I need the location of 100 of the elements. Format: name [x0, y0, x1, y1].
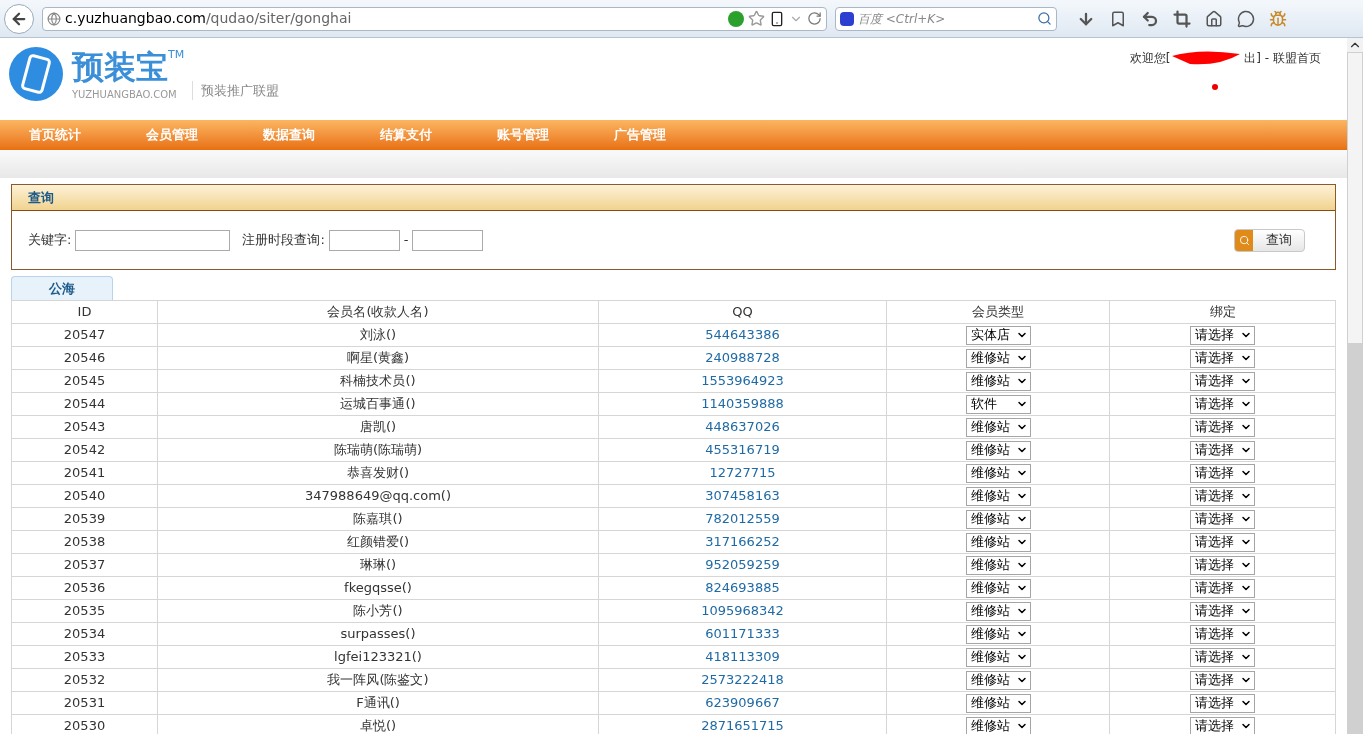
dropdown[interactable]: 请选择 [1190, 486, 1255, 506]
qq-link[interactable]: 317166252 [599, 531, 887, 554]
logout-home-link[interactable]: 出] - 联盟首页 [1244, 49, 1321, 67]
qq-link[interactable]: 448637026 [599, 416, 887, 439]
qq-link[interactable]: 307458163 [599, 485, 887, 508]
table-cell: 20546 [12, 347, 158, 370]
dropdown[interactable]: 维修站 [965, 348, 1031, 368]
tab[interactable]: 公海 [11, 276, 113, 300]
reload-icon[interactable] [807, 11, 822, 26]
home-icon[interactable] [1205, 9, 1223, 28]
dropdown[interactable]: 请选择 [1190, 417, 1255, 437]
dropdown[interactable]: 请选择 [1190, 325, 1255, 345]
dropdown[interactable]: 请选择 [1190, 532, 1255, 552]
dropdown[interactable]: 维修站 [965, 624, 1031, 644]
dropdown[interactable]: 维修站 [965, 601, 1031, 621]
query-button[interactable]: 查询 [1234, 228, 1305, 252]
dropdown[interactable]: 请选择 [1190, 509, 1255, 529]
table-cell: 20541 [12, 462, 158, 485]
table-cell: 刘泳() [158, 324, 599, 347]
dropdown[interactable]: 维修站 [965, 670, 1031, 690]
dropdown[interactable]: 维修站 [965, 578, 1031, 598]
welcome-text: 欢迎您[ [1129, 50, 1171, 67]
table-cell: 陈瑞萌(陈瑞萌) [158, 439, 599, 462]
table-cell: surpasses() [158, 623, 599, 646]
table-cell: 20535 [12, 600, 158, 623]
qq-link[interactable]: 1140359888 [599, 393, 887, 416]
chat-icon[interactable] [1237, 9, 1255, 28]
search-icon[interactable] [1037, 11, 1052, 26]
dropdown[interactable]: 维修站 [965, 440, 1031, 460]
dropdown[interactable]: 请选择 [1190, 371, 1255, 391]
dropdown[interactable]: 维修站 [965, 486, 1031, 506]
qq-link[interactable]: 1095968342 [599, 600, 887, 623]
qq-link[interactable]: 952059259 [599, 554, 887, 577]
qq-link[interactable]: 455316719 [599, 439, 887, 462]
dropdown[interactable]: 维修站 [965, 647, 1031, 667]
table-cell: 红颜错爱() [158, 531, 599, 554]
table-cell: 20538 [12, 531, 158, 554]
dropdown[interactable]: 维修站 [965, 693, 1031, 713]
table-cell: 卓悦() [158, 715, 599, 734]
dropdown[interactable]: 请选择 [1190, 670, 1255, 690]
qq-link[interactable]: 601171333 [599, 623, 887, 646]
column-header: ID [12, 301, 158, 324]
dropdown[interactable]: 实体店 [965, 325, 1031, 345]
qq-link[interactable]: 12727715 [599, 462, 887, 485]
column-header: 会员名(收款人名) [158, 301, 599, 324]
phone-icon[interactable] [769, 10, 785, 27]
scroll-thumb[interactable] [1348, 53, 1362, 343]
star-icon[interactable] [748, 10, 765, 27]
qq-link[interactable]: 824693885 [599, 577, 887, 600]
dropdown[interactable]: 请选择 [1190, 440, 1255, 460]
table-cell: fkegqsse() [158, 577, 599, 600]
dropdown[interactable]: 请选择 [1190, 463, 1255, 483]
dropdown[interactable]: 维修站 [965, 555, 1031, 575]
dropdown[interactable]: 请选择 [1190, 693, 1255, 713]
dropdown[interactable]: 请选择 [1190, 555, 1255, 575]
qq-link[interactable]: 418113309 [599, 646, 887, 669]
dropdown[interactable]: 请选择 [1190, 624, 1255, 644]
table-cell: 20536 [12, 577, 158, 600]
dropdown[interactable]: 请选择 [1190, 647, 1255, 667]
scroll-up-icon[interactable] [1347, 38, 1363, 52]
dropdown[interactable]: 维修站 [965, 716, 1031, 734]
qq-link[interactable]: 623909667 [599, 692, 887, 715]
qq-link[interactable]: 240988728 [599, 347, 887, 370]
dropdown[interactable]: 请选择 [1190, 716, 1255, 734]
dropdown[interactable]: 维修站 [965, 417, 1031, 437]
qq-link[interactable]: 2573222418 [599, 669, 887, 692]
go-icon[interactable] [728, 10, 744, 27]
undo-icon[interactable] [1141, 9, 1159, 28]
bookmark-icon[interactable] [1109, 9, 1127, 28]
address-field[interactable]: c.yuzhuangbao.com/qudao/siter/gonghai [42, 6, 827, 31]
search-field[interactable]: 百度 <Ctrl+K> [835, 6, 1057, 31]
start-date-field[interactable] [328, 229, 400, 251]
dropdown[interactable]: 请选择 [1190, 348, 1255, 368]
dropdown[interactable]: 请选择 [1190, 578, 1255, 598]
end-date-field[interactable] [412, 229, 484, 251]
table-cell: 运城百事通() [158, 393, 599, 416]
table-cell: 恭喜发财() [158, 462, 599, 485]
keyword-label: 关键字: [28, 231, 72, 250]
table-cell: 20530 [12, 715, 158, 734]
dropdown[interactable]: 请选择 [1190, 394, 1255, 414]
table-cell: 琳琳() [158, 554, 599, 577]
table-cell: 啊星(黄鑫) [158, 347, 599, 370]
back-button[interactable] [4, 3, 34, 34]
dropdown[interactable]: 维修站 [965, 463, 1031, 483]
qq-link[interactable]: 1553964923 [599, 370, 887, 393]
dropdown[interactable]: 维修站 [965, 532, 1031, 552]
keyword-field[interactable] [75, 229, 231, 251]
dropdown[interactable]: 维修站 [965, 509, 1031, 529]
crop-icon[interactable] [1173, 9, 1191, 28]
qq-link[interactable]: 782012559 [599, 508, 887, 531]
dropdown[interactable]: 维修站 [965, 371, 1031, 391]
table-cell: 20534 [12, 623, 158, 646]
qq-link[interactable]: 544643386 [599, 324, 887, 347]
trademark: TM [168, 47, 185, 61]
date-separator: - [403, 231, 409, 250]
qq-link[interactable]: 2871651715 [599, 715, 887, 734]
dropdown[interactable]: 请选择 [1190, 601, 1255, 621]
table-cell: 陈小芳() [158, 600, 599, 623]
bug-icon[interactable] [1269, 9, 1287, 28]
dropdown[interactable]: 软件 [965, 394, 1031, 414]
